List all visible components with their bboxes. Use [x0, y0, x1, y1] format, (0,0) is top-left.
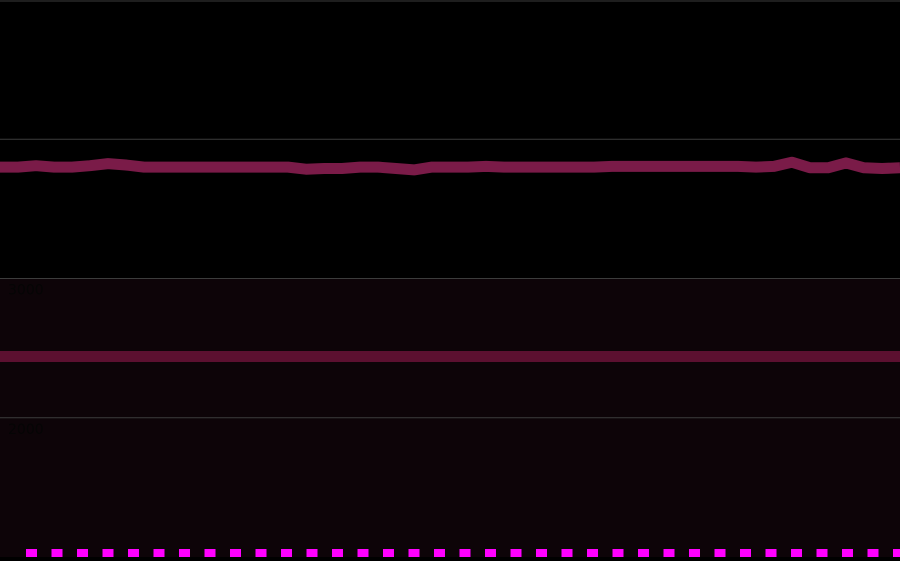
bottom-marker	[179, 549, 190, 557]
bottom-marker	[204, 549, 216, 557]
bottom-marker	[587, 549, 598, 557]
bottom-marker	[230, 549, 241, 557]
bottom-marker	[612, 549, 624, 557]
bottom-marker	[459, 549, 471, 557]
bottom-marker	[102, 549, 114, 557]
y-tick-label: 3000	[8, 283, 44, 299]
series-line-upper	[0, 156, 900, 176]
bottom-marker	[51, 549, 63, 557]
bottom-marker	[714, 549, 726, 557]
bottom-marker	[816, 549, 828, 557]
bottom-marker	[638, 549, 649, 557]
bottom-marker	[357, 549, 369, 557]
bottom-marker	[510, 549, 522, 557]
bottom-marker	[842, 549, 853, 557]
area-chart: 3000 2000	[0, 0, 900, 557]
bottom-marker	[255, 549, 267, 557]
bottom-marker	[383, 549, 394, 557]
bottom-marker	[128, 549, 139, 557]
bottom-marker	[153, 549, 165, 557]
bottom-marker	[561, 549, 573, 557]
bottom-marker	[485, 549, 496, 557]
bottom-marker	[740, 549, 751, 557]
bottom-marker	[306, 549, 318, 557]
bottom-marker	[26, 549, 37, 557]
chart-container: 3000 2000	[0, 0, 900, 557]
bottom-marker	[332, 549, 343, 557]
bottom-marker	[791, 549, 802, 557]
bottom-marker	[765, 549, 777, 557]
y-tick-label: 2000	[8, 422, 44, 438]
bottom-marker	[663, 549, 675, 557]
bottom-marker	[408, 549, 420, 557]
bottom-marker	[689, 549, 700, 557]
bottom-marker	[281, 549, 292, 557]
bottom-marker-row	[26, 549, 900, 557]
bottom-marker	[893, 549, 900, 557]
bottom-marker	[867, 549, 879, 557]
bottom-marker	[77, 549, 88, 557]
bottom-marker	[536, 549, 547, 557]
bottom-marker	[434, 549, 445, 557]
